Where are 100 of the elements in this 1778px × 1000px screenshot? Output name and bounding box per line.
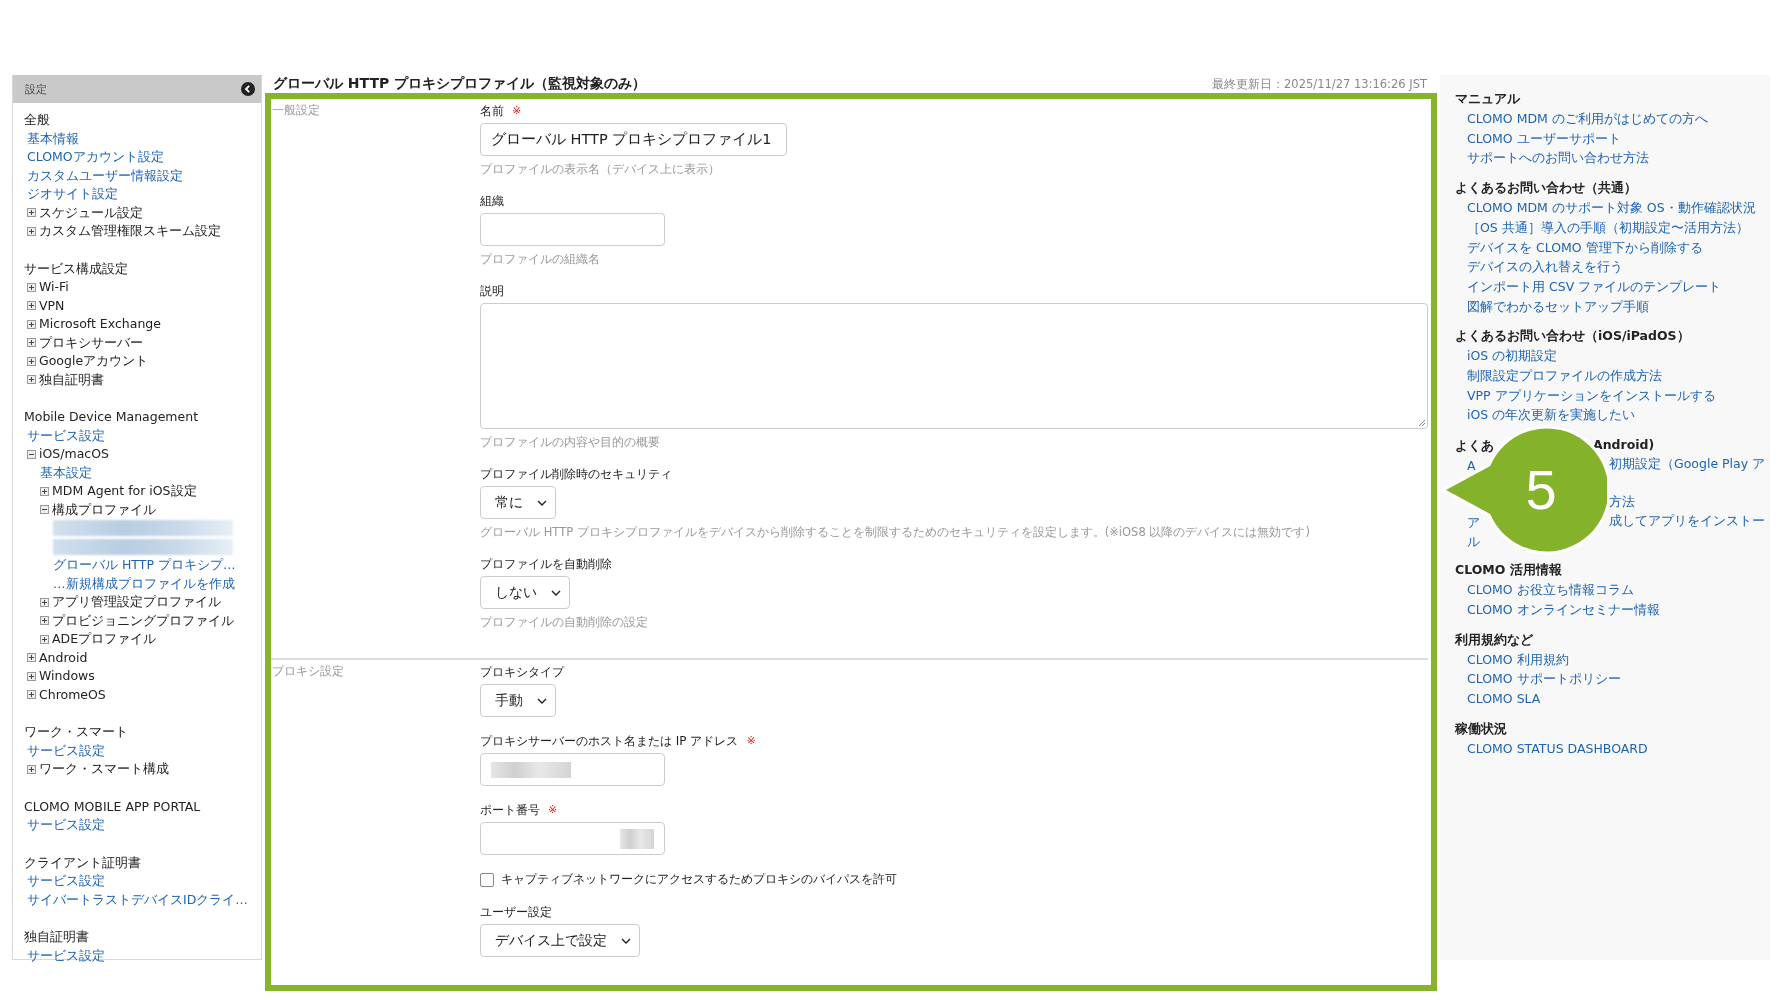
tree-item[interactable]: VPN [39,296,65,315]
select-dropdown[interactable]: しない [480,576,570,609]
input-field[interactable] [480,822,665,855]
tree-item[interactable]: ADEプロファイル [52,630,157,649]
tree-item[interactable]: 構成プロファイル [52,500,156,519]
help-link[interactable]: VPP アプリケーションをインストールする [1440,385,1770,406]
expand-icon[interactable] [40,486,49,496]
help-link[interactable]: iOS の年次更新を実施したい [1440,405,1770,426]
field-label: プロファイル削除時のセキュリティ [480,466,672,482]
field-label: ポート番号 [480,802,540,818]
expand-icon[interactable] [27,356,36,366]
expand-icon[interactable] [27,226,36,236]
help-link[interactable]: デバイスの入れ替えを行う [1440,257,1770,277]
expand-icon[interactable] [40,616,49,626]
help-link[interactable]: CLOMO ユーザーサポート [1440,128,1770,149]
section-heading: 独自証明書 [23,928,90,946]
help-link[interactable]: ア [1467,514,1480,530]
select-dropdown[interactable]: 常に [480,486,556,519]
sidebar-link[interactable]: ジオサイト設定 [27,185,118,204]
sidebar-link[interactable]: カスタムユーザー情報設定 [27,166,183,185]
expand-icon[interactable] [27,319,36,329]
checkbox[interactable] [480,872,494,887]
expand-icon[interactable] [27,282,36,292]
help-text: グローバル HTTP プロキシプロファイルをデバイスから削除することを制限するためのセキュリティを設定します。(※iOS8 以降のデバイスには無効です) [480,525,1311,540]
sidebar-link[interactable]: サービス設定 [27,946,105,965]
help-text: プロファイルの内容や目的の概要 [480,435,661,450]
help-link[interactable]: ル [1467,533,1480,549]
select-dropdown[interactable]: デバイス上で設定 [480,924,640,957]
textarea-field[interactable] [480,303,1428,429]
tree-item[interactable]: MDM Agent for iOS設定 [52,482,197,501]
select-dropdown[interactable]: 手動 [480,684,556,717]
tree-item[interactable]: 独自証明書 [39,370,104,389]
sidebar-link[interactable]: グローバル HTTP プロキシプ… [53,556,236,575]
help-link[interactable]: CLOMO MDM のご利用がはじめての方へ [1440,109,1770,129]
expand-icon[interactable] [40,634,49,644]
expand-icon[interactable] [27,338,36,348]
help-link[interactable]: 制限設定プロファイルの作成方法 [1440,366,1770,386]
help-link[interactable]: 初期設定（Google Play ア [1609,456,1766,474]
tree-item[interactable]: Wi-Fi [39,278,69,297]
expand-icon[interactable] [27,208,36,218]
help-link[interactable]: 方法 [1609,494,1635,512]
help-link[interactable]: CLOMO STATUS DASHBOARD [1440,738,1770,759]
tree-item[interactable]: ワーク・スマート構成 [39,760,169,779]
help-link[interactable]: サポートへのお問い合わせ方法 [1440,148,1770,169]
tree-item[interactable]: プロビジョニングプロファイル [52,611,234,630]
field-label: 説明 [480,283,504,299]
tree-item[interactable]: Googleアカウント [39,352,149,371]
help-link[interactable]: A [1467,458,1476,474]
tree-item[interactable]: スケジュール設定 [39,203,143,222]
expand-icon[interactable] [27,653,36,663]
tree-item[interactable]: カスタム管理権限スキーム設定 [39,222,221,241]
field-label: 名前 [480,103,504,119]
tree-item[interactable]: Windows [39,667,95,686]
help-link[interactable]: 成してアプリをインストー [1609,513,1765,531]
help-link[interactable]: 図解でわかるセットアップ手順 [1440,296,1770,317]
help-link[interactable]: iOS の初期設定 [1440,346,1770,367]
help-link[interactable]: CLOMO サポートポリシー [1440,669,1770,689]
tree-item[interactable]: ChromeOS [39,685,106,704]
tree-item[interactable]: アプリ管理設定プロファイル [52,593,221,612]
input-field[interactable]: グローバル HTTP プロキシプロファイル1 [480,123,787,156]
collapse-icon[interactable] [27,449,36,459]
help-link[interactable]: CLOMO MDM のサポート対象 OS・動作確認状況 [1440,198,1770,218]
field-label: プロキシサーバーのホスト名または IP アドレス [480,733,739,749]
expand-icon[interactable] [27,764,36,774]
sidebar-link[interactable]: 基本情報 [27,129,79,148]
sidebar-link[interactable]: サービス設定 [27,426,105,445]
section-heading: ワーク・スマート [23,723,129,741]
collapse-icon[interactable] [40,505,49,515]
expand-icon[interactable] [27,375,36,385]
caret-icon [551,589,561,596]
sidebar-link[interactable]: 基本設定 [40,463,92,482]
help-link[interactable]: ［OS 共通］導入の手順（初期設定〜活用方法） [1440,217,1770,238]
expand-icon[interactable] [27,690,36,700]
help-link[interactable]: デバイスを CLOMO 管理下から削除する [1440,237,1770,258]
tree-item[interactable]: プロキシサーバー [39,333,143,352]
tree-item[interactable]: Android [39,648,88,667]
resize-handle-icon[interactable] [1418,419,1426,427]
section-heading: 全般 [23,111,51,129]
collapse-icon[interactable] [241,82,255,96]
help-link[interactable]: CLOMO SLA [1440,688,1770,709]
sidebar-link[interactable]: サービス設定 [27,741,105,760]
help-heading: よくあ [1455,437,1494,453]
sidebar-link[interactable]: サービス設定 [27,872,105,891]
expand-icon[interactable] [27,301,36,311]
tree-item[interactable]: Microsoft Exchange [39,315,161,334]
sidebar-link[interactable]: …新規構成プロファイルを作成 [53,574,235,593]
input-field[interactable] [480,213,665,246]
help-link[interactable]: CLOMO オンラインセミナー情報 [1440,599,1770,620]
sidebar-link[interactable]: サイバートラストデバイスIDクライ… [27,890,248,909]
caret-icon [621,937,631,944]
help-link[interactable]: インポート用 CSV ファイルのテンプレート [1440,276,1770,297]
help-link[interactable]: CLOMO 利用規約 [1440,649,1770,670]
help-heading: よくあるお問い合わせ（iOS/iPadOS） [1454,327,1691,346]
tree-item[interactable]: iOS/macOS [39,445,109,464]
sidebar-link[interactable]: サービス設定 [27,816,105,835]
input-field[interactable] [480,753,665,786]
help-link[interactable]: CLOMO お役立ち情報コラム [1440,580,1770,600]
expand-icon[interactable] [27,671,36,681]
sidebar-link[interactable]: CLOMOアカウント設定 [27,148,164,167]
expand-icon[interactable] [40,597,49,607]
